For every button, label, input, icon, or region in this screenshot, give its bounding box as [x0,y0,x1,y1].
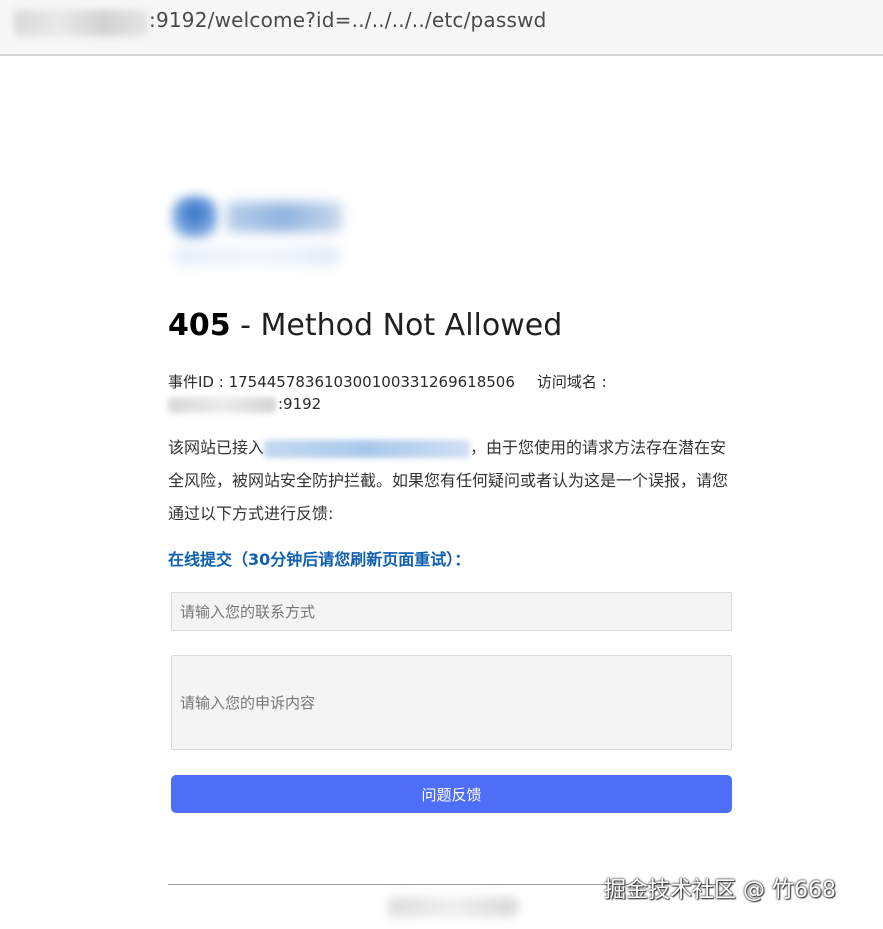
error-code: 405 [168,308,231,343]
site-logo [170,190,346,276]
block-description: 该网站已接入 ，由于您使用的请求方法存在潜在安全风险，被网站安全防护拦截。如果您有… [168,431,738,530]
shield-icon [172,196,218,240]
error-message: - Method Not Allowed [230,308,563,343]
watermark-text: 掘金技术社区 @ 竹668 [604,878,836,903]
domain-label: 访问域名 : [536,373,607,391]
appeal-textarea[interactable] [171,655,732,750]
page-title: 405 - Method Not Allowed [168,308,562,343]
redacted-service-link [264,439,471,458]
url-text[interactable]: :9192/welcome?id=../../../../etc/passwd [149,8,547,32]
description-part1: 该网站已接入 [168,438,265,457]
redacted-host [14,10,148,36]
event-id-label: 事件ID : [168,373,229,391]
redacted-footer-text [388,897,518,917]
event-id-value: 175445783610300100331269618506 [228,373,515,391]
address-bar[interactable]: :9192/welcome?id=../../../../etc/passwd [0,0,883,56]
contact-input[interactable] [171,592,732,631]
logo-subtitle [174,246,340,266]
domain-port: :9192 [278,395,322,413]
redacted-domain [168,396,276,413]
online-submit-title: 在线提交（30分钟后请您刷新页面重试）： [168,550,471,569]
logo-wordmark [226,202,342,232]
feedback-button[interactable]: 问题反馈 [171,775,732,813]
event-meta: 事件ID : 175445783610300100331269618506 访问域… [168,371,688,415]
